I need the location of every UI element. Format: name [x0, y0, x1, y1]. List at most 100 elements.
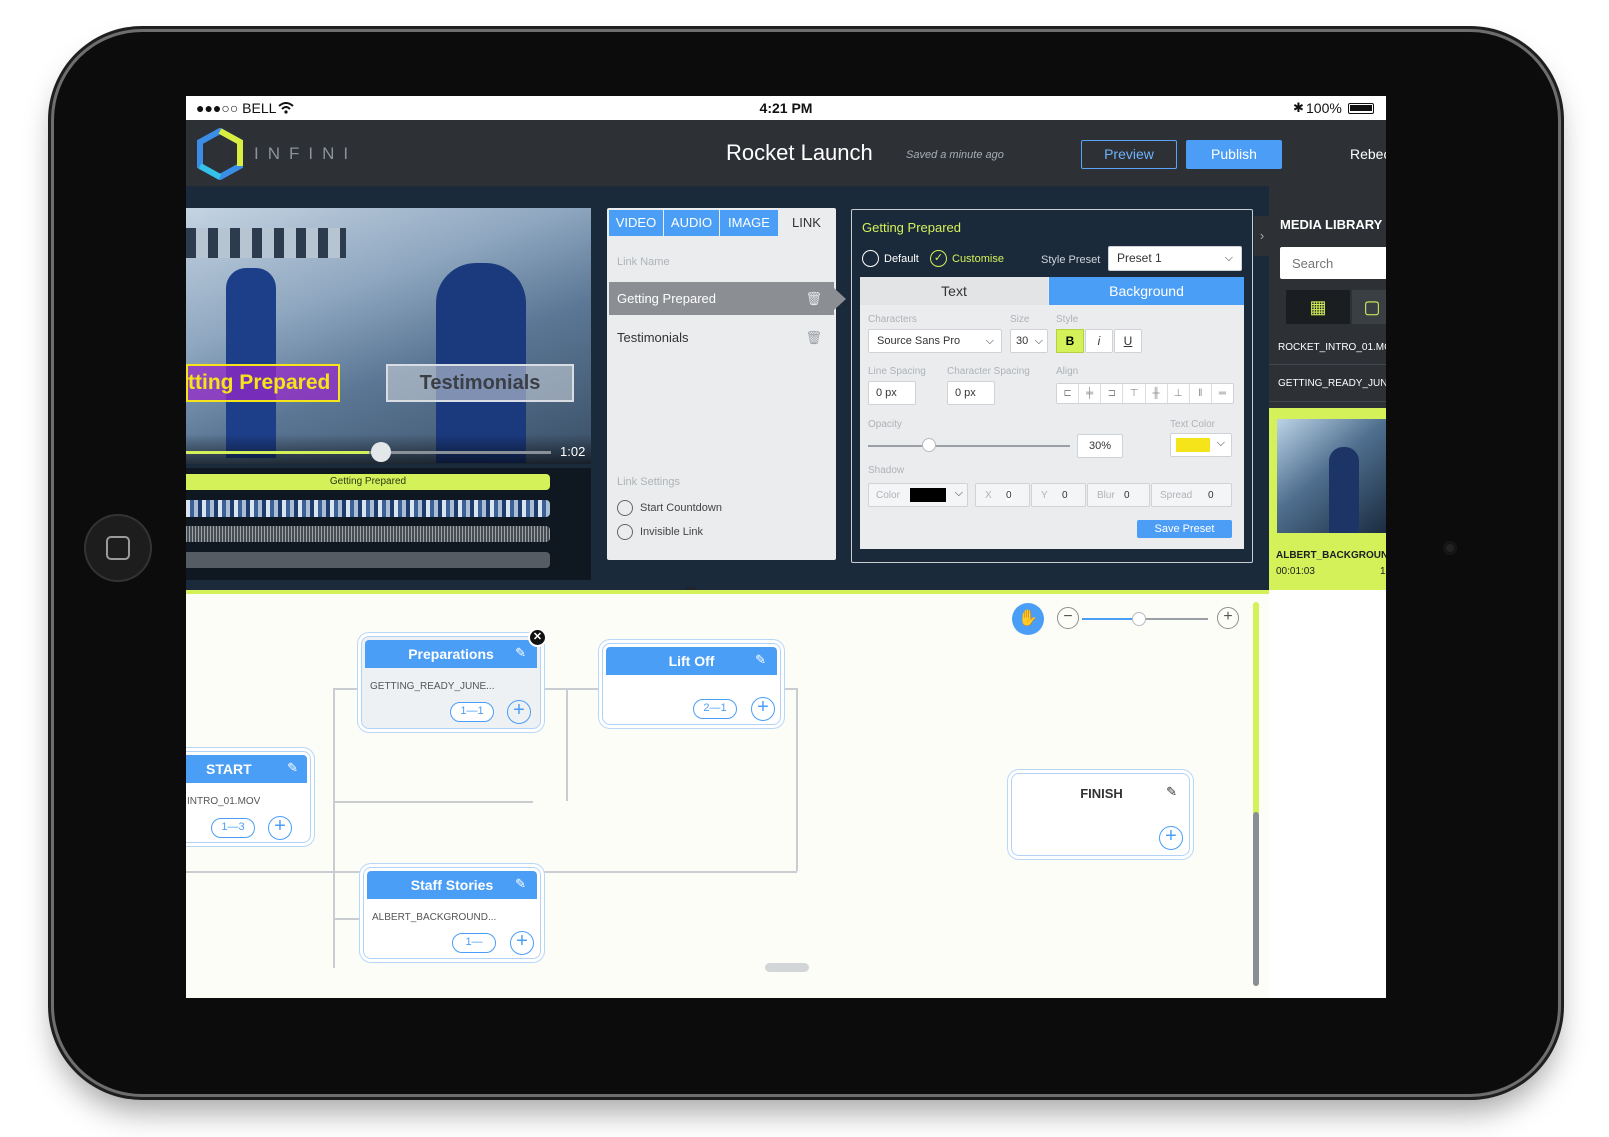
media-item-extra: 1: [1380, 566, 1386, 577]
link-item-getting-prepared[interactable]: Getting Prepared 🗑: [609, 282, 834, 315]
tab-link[interactable]: LINK: [779, 210, 834, 236]
customise-radio-checked[interactable]: ✓: [930, 250, 947, 267]
saved-status: Saved a minute ago: [906, 149, 1004, 161]
link-name-label: Link Name: [617, 256, 670, 268]
shadow-color-select[interactable]: Color ⌵: [868, 483, 968, 507]
char-spacing-input[interactable]: 0 px: [947, 381, 995, 405]
video-player[interactable]: tting Prepared Testimonials 1:02: [186, 208, 591, 464]
node-connection-count[interactable]: 1—1: [450, 702, 494, 722]
image-track[interactable]: [186, 552, 550, 568]
collapse-library-icon[interactable]: ›: [1254, 216, 1270, 256]
flow-node-staff-stories[interactable]: Staff Stories ✎ ALBERT_BACKGROUND... 1— …: [363, 867, 541, 959]
infini-logo-icon[interactable]: [194, 128, 246, 180]
project-title[interactable]: Rocket Launch: [726, 140, 873, 166]
tab-text[interactable]: Text: [860, 277, 1048, 305]
pan-hand-icon[interactable]: ✋: [1012, 603, 1044, 635]
vertical-scrollbar[interactable]: [1253, 602, 1259, 986]
bold-button[interactable]: B: [1056, 329, 1084, 353]
line-spacing-input[interactable]: 0 px: [868, 381, 916, 405]
distribute-v-icon[interactable]: ═: [1212, 384, 1233, 403]
audio-track[interactable]: [186, 526, 550, 542]
shadow-blur-input[interactable]: Blur 0: [1087, 483, 1150, 507]
align-top-icon[interactable]: ⊤: [1123, 384, 1146, 403]
media-item[interactable]: ROCKET_INTRO_01.MO: [1269, 331, 1386, 365]
text-color-select[interactable]: ⌵: [1170, 433, 1232, 457]
close-icon[interactable]: ✕: [528, 628, 547, 647]
opacity-input[interactable]: 30%: [1077, 434, 1123, 458]
tab-video[interactable]: VIDEO: [609, 210, 663, 236]
flow-canvas[interactable]: ••• Preparations ✎ GETTING_READY_JUNE...…: [186, 584, 1269, 998]
tab-image[interactable]: IMAGE: [720, 210, 778, 236]
media-search-input[interactable]: [1280, 247, 1386, 279]
trash-icon[interactable]: 🗑: [805, 282, 822, 315]
node-connection-count[interactable]: 2—1: [693, 699, 737, 719]
shadow-y-input[interactable]: Y0: [1031, 483, 1086, 507]
add-branch-icon[interactable]: +: [510, 931, 534, 955]
edit-pencil-icon[interactable]: ✎: [515, 645, 526, 661]
add-branch-icon[interactable]: +: [268, 816, 292, 840]
add-branch-icon[interactable]: +: [1159, 826, 1183, 850]
node-title: Preparations: [365, 640, 537, 668]
shadow-spread-input[interactable]: Spread 0: [1151, 483, 1232, 507]
node-connection-count[interactable]: 1—3: [211, 818, 255, 838]
align-left-icon[interactable]: ⊏: [1057, 384, 1080, 403]
save-preset-button[interactable]: Save Preset: [1137, 520, 1232, 538]
overlay-link-active[interactable]: tting Prepared: [186, 364, 340, 402]
tab-audio[interactable]: AUDIO: [664, 210, 719, 236]
zoom-in-icon[interactable]: +: [1217, 607, 1239, 629]
image-filter-icon[interactable]: ▢: [1352, 290, 1386, 324]
opacity-handle[interactable]: [921, 438, 936, 452]
user-name[interactable]: Rebec: [1350, 146, 1386, 162]
add-branch-icon[interactable]: +: [507, 700, 531, 724]
link-item-testimonials[interactable]: Testimonials 🗑: [609, 321, 834, 354]
overlay-link-next[interactable]: Testimonials: [386, 364, 574, 402]
scrollbar-thumb[interactable]: [1253, 812, 1259, 986]
zoom-out-icon[interactable]: −: [1057, 607, 1079, 629]
flow-node-lift-off[interactable]: Lift Off ✎ 2—1 +: [602, 643, 781, 725]
flow-node-preparations[interactable]: Preparations ✎ GETTING_READY_JUNE... 1—1…: [361, 628, 547, 729]
edit-pencil-icon[interactable]: ✎: [1166, 784, 1177, 800]
start-countdown-label: Start Countdown: [640, 502, 722, 514]
add-branch-icon[interactable]: +: [751, 697, 775, 721]
chevron-down-icon: ⌵: [1216, 437, 1225, 449]
zoom-handle[interactable]: [1131, 612, 1146, 626]
media-item-selected[interactable]: ALBERT_BACKGROUND 00:01:03 1: [1269, 408, 1386, 590]
align-center-icon[interactable]: ╪: [1079, 384, 1102, 403]
flow-node-start[interactable]: START ✎ INTRO_01.MOV 1—3 +: [186, 751, 311, 843]
shadow-x-input[interactable]: X0: [975, 483, 1030, 507]
flow-node-finish[interactable]: FINISH ✎ +: [1011, 773, 1190, 856]
trash-icon[interactable]: 🗑: [805, 321, 822, 354]
tab-background[interactable]: Background: [1049, 277, 1244, 305]
video-track[interactable]: [186, 500, 550, 517]
italic-button[interactable]: i: [1085, 329, 1113, 353]
default-radio[interactable]: [862, 250, 879, 267]
underline-button[interactable]: U: [1114, 329, 1142, 353]
node-connection-count[interactable]: 1—: [452, 933, 496, 953]
resize-handle-icon[interactable]: •••: [686, 584, 697, 595]
horizontal-scrollbar-thumb[interactable]: [765, 963, 809, 972]
font-value: Source Sans Pro: [877, 335, 961, 347]
align-bottom-icon[interactable]: ⊥: [1168, 384, 1190, 403]
seek-handle[interactable]: [370, 442, 391, 462]
distribute-h-icon[interactable]: ‖: [1190, 384, 1212, 403]
size-select[interactable]: 30 ⌵: [1010, 329, 1048, 353]
style-preset-select[interactable]: Preset 1 ⌵: [1108, 246, 1242, 271]
media-item-duration: 00:01:03: [1276, 566, 1315, 577]
preview-button[interactable]: Preview: [1081, 140, 1177, 169]
align-right-icon[interactable]: ⊐: [1101, 384, 1124, 403]
opacity-slider[interactable]: [868, 445, 1070, 447]
start-countdown-radio[interactable]: [617, 500, 633, 516]
media-item[interactable]: GETTING_READY_JUNE: [1269, 366, 1386, 402]
video-filter-icon[interactable]: ▦: [1286, 290, 1350, 324]
home-button[interactable]: [84, 514, 152, 582]
invisible-link-radio[interactable]: [617, 524, 633, 540]
node-file: INTRO_01.MOV: [187, 796, 261, 807]
link-track[interactable]: Getting Prepared: [186, 474, 550, 490]
edit-pencil-icon[interactable]: ✎: [287, 760, 298, 776]
shadow-x-value: 0: [1006, 490, 1012, 501]
align-middle-icon[interactable]: ╫: [1146, 384, 1168, 403]
edit-pencil-icon[interactable]: ✎: [755, 652, 766, 668]
font-select[interactable]: Source Sans Pro ⌵: [868, 329, 1002, 353]
publish-button[interactable]: Publish: [1186, 140, 1282, 169]
edit-pencil-icon[interactable]: ✎: [515, 876, 526, 892]
